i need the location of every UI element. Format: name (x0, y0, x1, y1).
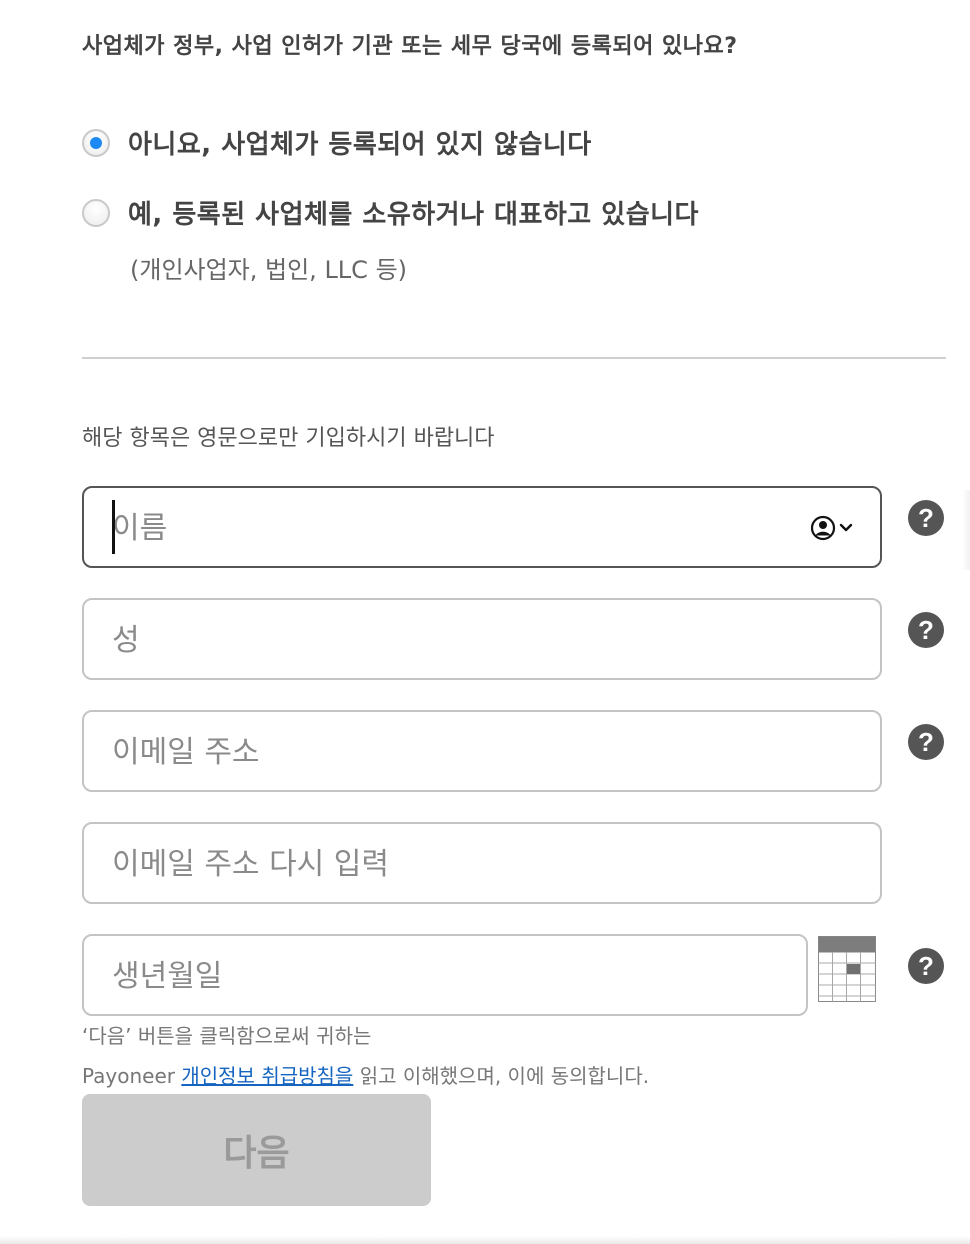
person-circle-icon (810, 515, 853, 541)
birth-date-input[interactable] (112, 954, 712, 998)
registration-question: 사업체가 정부, 사업 인허가 기관 또는 세무 당국에 등록되어 있나요? (82, 34, 738, 59)
email-field[interactable] (82, 710, 882, 792)
radio-label-not-registered[interactable]: 아니요, 사업체가 등록되어 있지 않습니다 (128, 124, 592, 161)
radio-option-registered[interactable]: 예, 등록된 사업체를 소유하거나 대표하고 있습니다 (82, 194, 699, 231)
first-name-field[interactable] (82, 486, 882, 568)
right-edge-tab (962, 490, 970, 570)
consent-line-1: ‘다음’ 버튼을 클릭함으로써 귀하는 (82, 1024, 372, 1048)
english-only-instruction: 해당 항목은 영문으로만 기입하시기 바랍니다 (82, 426, 495, 451)
privacy-policy-link[interactable]: 개인정보 취급방침을 (181, 1064, 353, 1088)
calendar-icon[interactable] (818, 936, 876, 1002)
email-help-icon[interactable]: ? (908, 724, 944, 760)
email-confirm-input[interactable] (112, 842, 772, 886)
autofill-contact-button[interactable] (810, 514, 858, 542)
bottom-shadow (0, 1236, 970, 1244)
email-input[interactable] (112, 730, 772, 774)
last-name-help-icon[interactable]: ? (908, 612, 944, 648)
section-divider (82, 357, 946, 359)
consent-brand: Payoneer (82, 1064, 175, 1088)
radio-button-checked[interactable] (82, 128, 110, 157)
radio-label-registered[interactable]: 예, 등록된 사업체를 소유하거나 대표하고 있습니다 (128, 194, 699, 231)
radio-button-unchecked[interactable] (82, 198, 110, 227)
radio-sublabel-registered: (개인사업자, 법인, LLC 등) (130, 256, 408, 284)
consent-suffix: 읽고 이해했으며, 이에 동의합니다. (359, 1064, 650, 1088)
text-caret (112, 500, 115, 554)
last-name-field[interactable] (82, 598, 882, 680)
first-name-input[interactable] (112, 506, 772, 550)
radio-option-not-registered[interactable]: 아니요, 사업체가 등록되어 있지 않습니다 (82, 124, 592, 161)
last-name-input[interactable] (112, 618, 772, 662)
first-name-help-icon[interactable]: ? (908, 500, 944, 536)
next-button[interactable]: 다음 (82, 1094, 431, 1206)
birth-date-help-icon[interactable]: ? (908, 948, 944, 984)
email-confirm-field[interactable] (82, 822, 882, 904)
consent-line-2: Payoneer 개인정보 취급방침을 읽고 이해했으며, 이에 동의합니다. (82, 1060, 649, 1089)
birth-date-field[interactable] (82, 934, 808, 1016)
